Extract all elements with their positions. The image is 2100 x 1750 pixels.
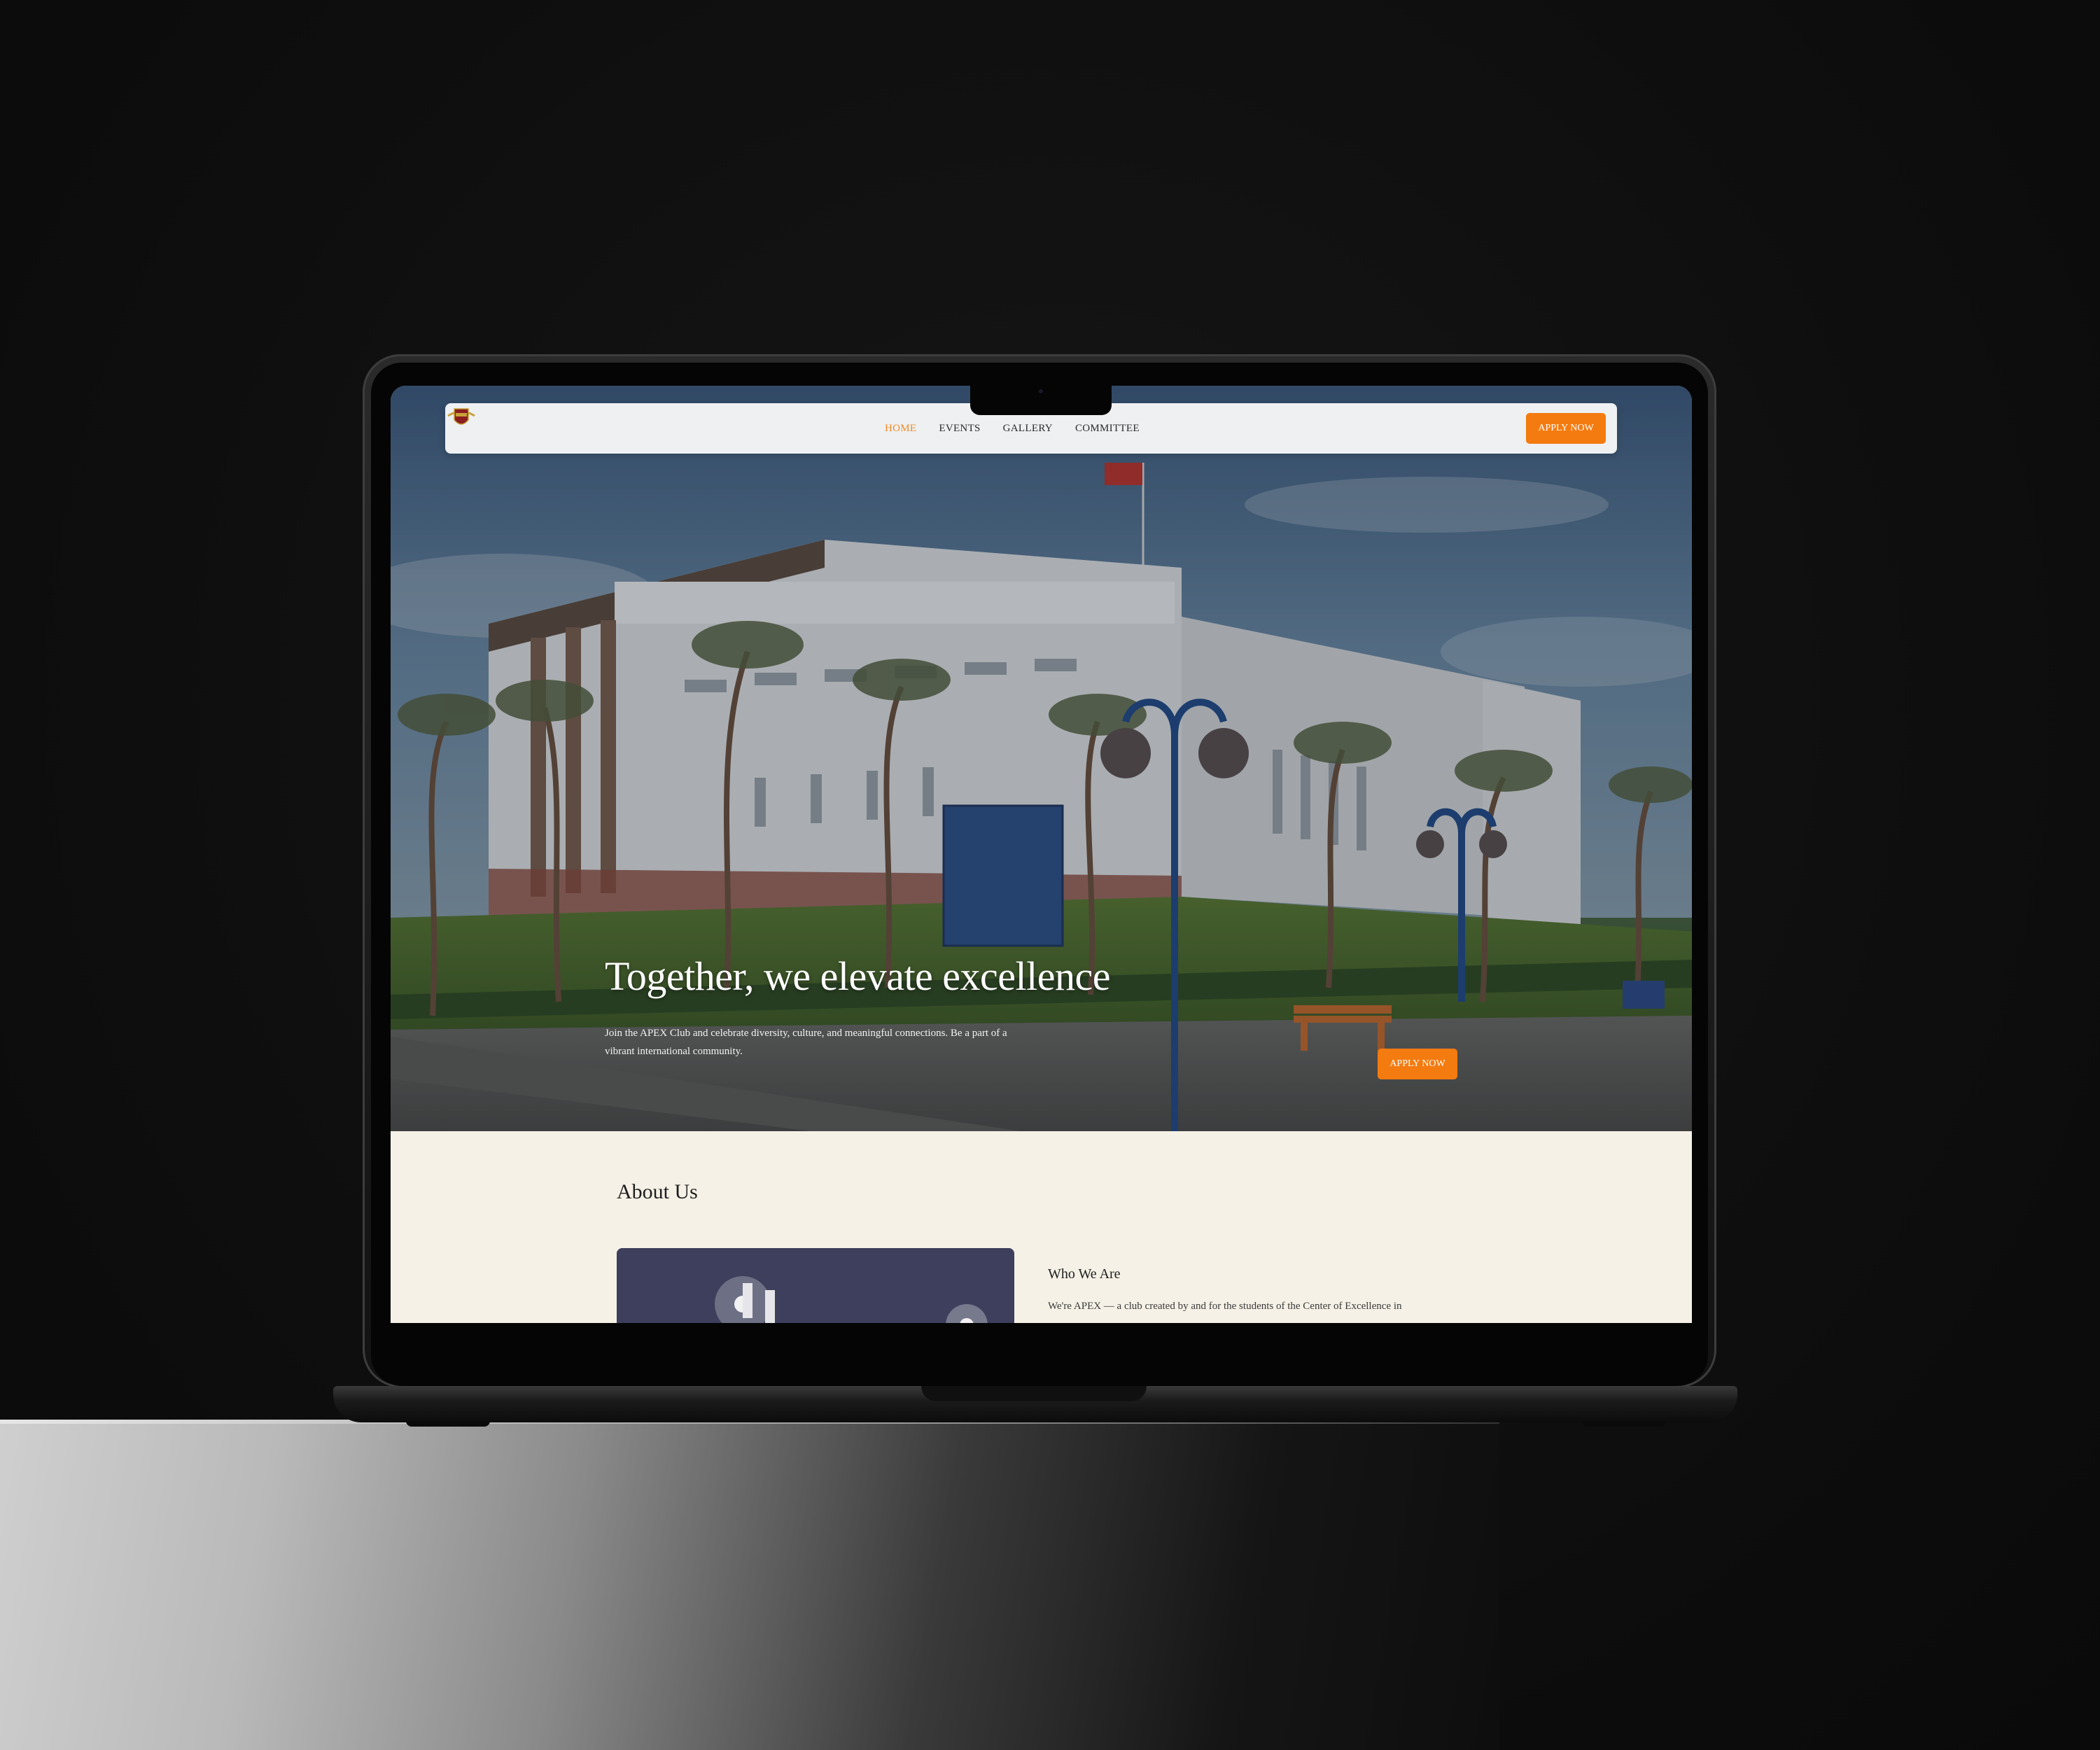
- laptop-foot-right: [1582, 1421, 1666, 1427]
- navbar-apply-button[interactable]: APPLY NOW: [1526, 413, 1606, 444]
- laptop-hinge-notch: [921, 1386, 1147, 1401]
- about-title: About Us: [617, 1180, 698, 1203]
- hero-overlay: [391, 386, 1692, 1131]
- who-we-are-text: We're APEX — a club created by and for t…: [1048, 1301, 1402, 1312]
- hero-title: Together, we elevate excellence: [605, 953, 1111, 999]
- night-photo: [617, 1248, 1014, 1323]
- apex-shield-logo-icon[interactable]: [445, 403, 477, 431]
- nav-link-events[interactable]: EVENTS: [939, 423, 980, 435]
- nav-link-gallery[interactable]: GALLERY: [1003, 423, 1053, 435]
- hero-section: HOME EVENTS GALLERY COMMITTEE APPLY NOW …: [391, 386, 1692, 1131]
- about-image: [617, 1248, 1014, 1323]
- who-we-are-title: Who We Are: [1048, 1266, 1121, 1282]
- camera-icon: [1039, 389, 1043, 393]
- pedestal: [0, 1422, 1499, 1750]
- nav-link-home[interactable]: HOME: [885, 423, 916, 435]
- browser-viewport: HOME EVENTS GALLERY COMMITTEE APPLY NOW …: [391, 386, 1692, 1323]
- hero-subtitle: Join the APEX Club and celebrate diversi…: [605, 1028, 1007, 1057]
- nav-link-committee[interactable]: COMMITTEE: [1075, 423, 1140, 435]
- laptop-foot-left: [406, 1421, 490, 1427]
- mockup-scene: HOME EVENTS GALLERY COMMITTEE APPLY NOW …: [0, 0, 2100, 1750]
- hero-apply-button[interactable]: APPLY NOW: [1378, 1049, 1457, 1079]
- about-section: About Us Who We Are We're APEX — a club …: [391, 1131, 1692, 1323]
